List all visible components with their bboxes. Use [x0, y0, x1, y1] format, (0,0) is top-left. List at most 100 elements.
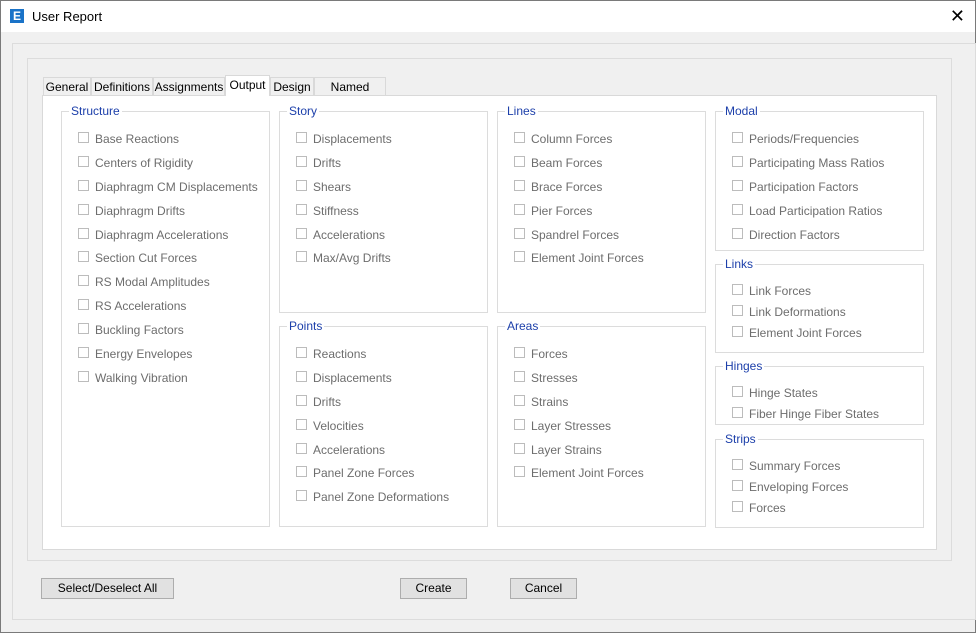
checkbox-points-drifts[interactable]: Drifts	[296, 394, 341, 410]
checkbox-points-displacements[interactable]: Displacements	[296, 370, 392, 386]
checkbox-box[interactable]	[732, 180, 743, 192]
checkbox-story-drifts[interactable]: Drifts	[296, 155, 341, 171]
checkbox-story-displacements[interactable]: Displacements	[296, 131, 392, 147]
checkbox-strips-forces[interactable]: Forces	[732, 500, 786, 516]
checkbox-areas-stresses[interactable]: Stresses	[514, 370, 578, 386]
checkbox-box[interactable]	[296, 180, 307, 192]
checkbox-link-forces[interactable]: Link Forces	[732, 283, 811, 299]
checkbox-lines-element-joint-forces[interactable]: Element Joint Forces	[514, 250, 644, 266]
checkbox-direction-factors[interactable]: Direction Factors	[732, 227, 840, 243]
checkbox-box[interactable]	[732, 305, 743, 317]
checkbox-points-velocities[interactable]: Velocities	[296, 418, 364, 434]
tab-definitions[interactable]: Definitions	[91, 77, 153, 95]
checkbox-box[interactable]	[732, 480, 743, 492]
checkbox-areas-forces[interactable]: Forces	[514, 346, 568, 362]
checkbox-box[interactable]	[78, 204, 89, 216]
tab-output[interactable]: Output	[225, 75, 270, 96]
checkbox-box[interactable]	[514, 466, 525, 478]
tab-assignments[interactable]: Assignments	[153, 77, 225, 95]
checkbox-box[interactable]	[732, 386, 743, 398]
checkbox-box[interactable]	[514, 347, 525, 359]
checkbox-box[interactable]	[514, 228, 525, 240]
checkbox-buckling-factors[interactable]: Buckling Factors	[78, 322, 184, 338]
checkbox-box[interactable]	[296, 347, 307, 359]
checkbox-panel-zone-forces[interactable]: Panel Zone Forces	[296, 465, 414, 481]
checkbox-box[interactable]	[514, 395, 525, 407]
checkbox-summary-forces[interactable]: Summary Forces	[732, 458, 840, 474]
checkbox-story-max-avg-drifts[interactable]: Max/Avg Drifts	[296, 250, 391, 266]
checkbox-spandrel-forces[interactable]: Spandrel Forces	[514, 227, 619, 243]
checkbox-story-shears[interactable]: Shears	[296, 179, 351, 195]
checkbox-rs-modal-amplitudes[interactable]: RS Modal Amplitudes	[78, 274, 210, 290]
checkbox-box[interactable]	[78, 251, 89, 263]
checkbox-box[interactable]	[514, 156, 525, 168]
checkbox-enveloping-forces[interactable]: Enveloping Forces	[732, 479, 848, 495]
tab-general[interactable]: General	[43, 77, 91, 95]
checkbox-box[interactable]	[514, 204, 525, 216]
select-deselect-all-button[interactable]: Select/Deselect All	[41, 578, 174, 599]
checkbox-box[interactable]	[514, 251, 525, 263]
checkbox-link-deformations[interactable]: Link Deformations	[732, 304, 846, 320]
checkbox-box[interactable]	[732, 501, 743, 513]
close-icon[interactable]: ✕	[950, 6, 965, 26]
checkbox-box[interactable]	[732, 326, 743, 338]
checkbox-box[interactable]	[78, 299, 89, 311]
checkbox-box[interactable]	[732, 407, 743, 419]
checkbox-beam-forces[interactable]: Beam Forces	[514, 155, 602, 171]
checkbox-box[interactable]	[296, 132, 307, 144]
checkbox-layer-stresses[interactable]: Layer Stresses	[514, 418, 611, 434]
checkbox-story-stiffness[interactable]: Stiffness	[296, 203, 359, 219]
checkbox-fiber-hinge-fiber-states[interactable]: Fiber Hinge Fiber States	[732, 406, 879, 422]
create-button[interactable]: Create	[400, 578, 467, 599]
checkbox-rs-accelerations[interactable]: RS Accelerations	[78, 298, 186, 314]
checkbox-box[interactable]	[296, 371, 307, 383]
checkbox-story-accelerations[interactable]: Accelerations	[296, 227, 385, 243]
checkbox-points-reactions[interactable]: Reactions	[296, 346, 366, 362]
checkbox-areas-strains[interactable]: Strains	[514, 394, 568, 410]
checkbox-box[interactable]	[78, 132, 89, 144]
checkbox-box[interactable]	[296, 395, 307, 407]
checkbox-hinge-states[interactable]: Hinge States	[732, 385, 818, 401]
checkbox-pier-forces[interactable]: Pier Forces	[514, 203, 592, 219]
checkbox-box[interactable]	[514, 371, 525, 383]
checkbox-diaphragm-accelerations[interactable]: Diaphragm Accelerations	[78, 227, 228, 243]
cancel-button[interactable]: Cancel	[510, 578, 577, 599]
checkbox-base-reactions[interactable]: Base Reactions	[78, 131, 179, 147]
checkbox-box[interactable]	[296, 490, 307, 502]
tab-named-items[interactable]: Named Items	[314, 77, 386, 112]
checkbox-box[interactable]	[296, 156, 307, 168]
checkbox-box[interactable]	[78, 228, 89, 240]
checkbox-layer-strains[interactable]: Layer Strains	[514, 442, 602, 458]
checkbox-box[interactable]	[296, 419, 307, 431]
checkbox-periods-frequencies[interactable]: Periods/Frequencies	[732, 131, 859, 147]
checkbox-panel-zone-deformations[interactable]: Panel Zone Deformations	[296, 489, 449, 505]
checkbox-box[interactable]	[732, 204, 743, 216]
checkbox-areas-element-joint-forces[interactable]: Element Joint Forces	[514, 465, 644, 481]
checkbox-section-cut-forces[interactable]: Section Cut Forces	[78, 250, 197, 266]
checkbox-diaphragm-cm-displacements[interactable]: Diaphragm CM Displacements	[78, 179, 258, 195]
checkbox-box[interactable]	[732, 459, 743, 471]
checkbox-diaphragm-drifts[interactable]: Diaphragm Drifts	[78, 203, 185, 219]
checkbox-box[interactable]	[78, 180, 89, 192]
checkbox-energy-envelopes[interactable]: Energy Envelopes	[78, 346, 192, 362]
checkbox-box[interactable]	[514, 132, 525, 144]
checkbox-box[interactable]	[514, 180, 525, 192]
checkbox-load-participation-ratios[interactable]: Load Participation Ratios	[732, 203, 882, 219]
checkbox-box[interactable]	[732, 132, 743, 144]
checkbox-box[interactable]	[514, 443, 525, 455]
checkbox-box[interactable]	[78, 371, 89, 383]
checkbox-box[interactable]	[78, 323, 89, 335]
checkbox-box[interactable]	[296, 204, 307, 216]
checkbox-box[interactable]	[732, 156, 743, 168]
checkbox-box[interactable]	[732, 228, 743, 240]
checkbox-brace-forces[interactable]: Brace Forces	[514, 179, 602, 195]
checkbox-box[interactable]	[78, 275, 89, 287]
checkbox-column-forces[interactable]: Column Forces	[514, 131, 612, 147]
checkbox-participation-factors[interactable]: Participation Factors	[732, 179, 858, 195]
checkbox-box[interactable]	[78, 347, 89, 359]
checkbox-box[interactable]	[78, 156, 89, 168]
checkbox-links-element-joint-forces[interactable]: Element Joint Forces	[732, 325, 862, 341]
checkbox-centers-of-rigidity[interactable]: Centers of Rigidity	[78, 155, 193, 171]
checkbox-box[interactable]	[296, 251, 307, 263]
tab-design[interactable]: Design	[270, 77, 314, 95]
